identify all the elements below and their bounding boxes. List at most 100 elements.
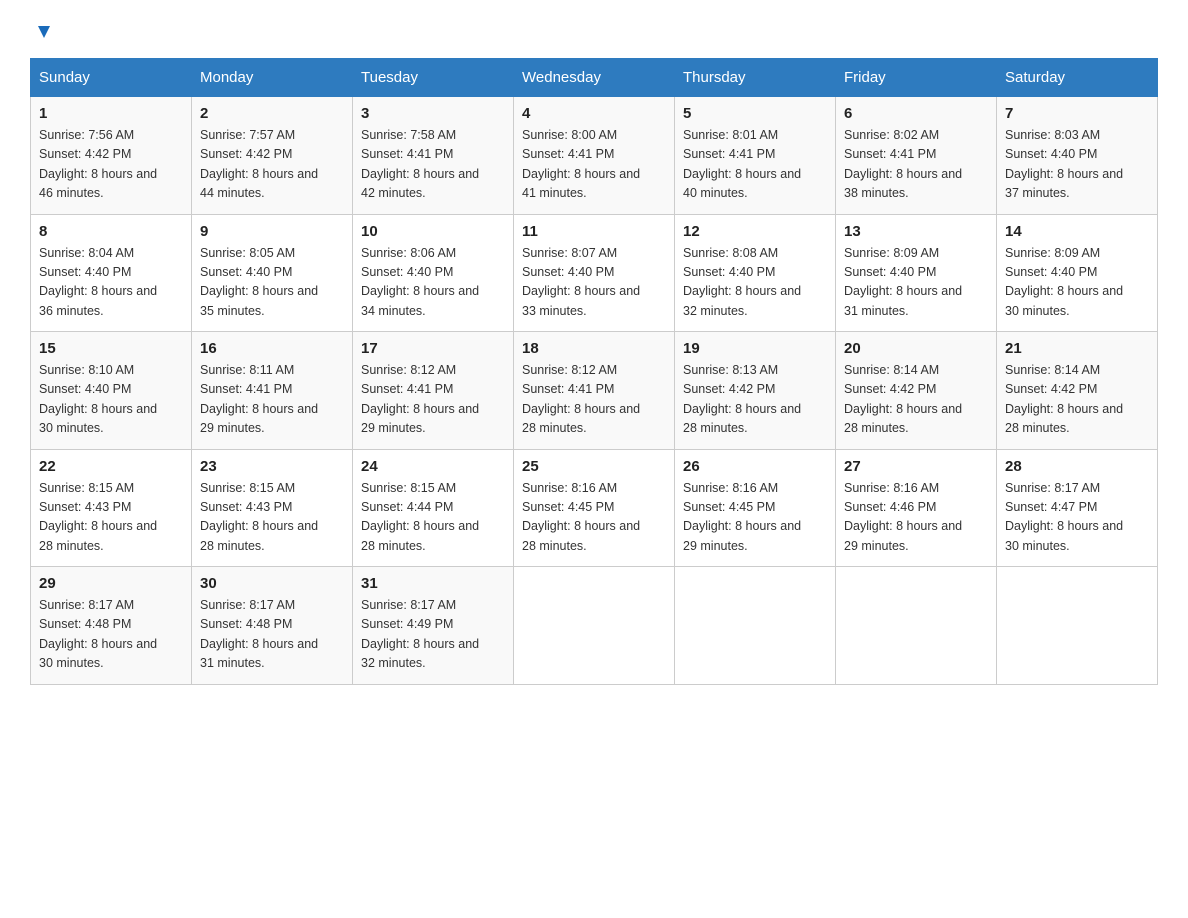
day-number: 19 [683, 340, 827, 357]
calendar-cell: 6 Sunrise: 8:02 AMSunset: 4:41 PMDaylight… [836, 97, 997, 215]
calendar-cell: 1 Sunrise: 7:56 AMSunset: 4:42 PMDaylight… [31, 97, 192, 215]
day-info: Sunrise: 8:02 AMSunset: 4:41 PMDaylight:… [844, 126, 988, 204]
calendar-cell: 14 Sunrise: 8:09 AMSunset: 4:40 PMDayligh… [997, 214, 1158, 332]
day-info: Sunrise: 8:03 AMSunset: 4:40 PMDaylight:… [1005, 126, 1149, 204]
calendar-cell: 24 Sunrise: 8:15 AMSunset: 4:44 PMDayligh… [353, 449, 514, 567]
day-number: 15 [39, 340, 183, 357]
calendar-cell: 16 Sunrise: 8:11 AMSunset: 4:41 PMDayligh… [192, 332, 353, 450]
calendar-cell: 31Sunrise: 8:17 AMSunset: 4:49 PMDayligh… [353, 567, 514, 685]
calendar-cell: 22 Sunrise: 8:15 AMSunset: 4:43 PMDayligh… [31, 449, 192, 567]
calendar-cell: 3 Sunrise: 7:58 AMSunset: 4:41 PMDaylight… [353, 97, 514, 215]
day-info: Sunrise: 8:09 AMSunset: 4:40 PMDaylight:… [844, 244, 988, 322]
calendar-cell: 5 Sunrise: 8:01 AMSunset: 4:41 PMDaylight… [675, 97, 836, 215]
col-wednesday: Wednesday [514, 59, 675, 97]
calendar-week-row: 29 Sunrise: 8:17 AMSunset: 4:48 PMDayligh… [31, 567, 1158, 685]
day-number: 21 [1005, 340, 1149, 357]
calendar-cell: 28 Sunrise: 8:17 AMSunset: 4:47 PMDayligh… [997, 449, 1158, 567]
day-info: Sunrise: 8:15 AMSunset: 4:43 PMDaylight:… [200, 479, 344, 557]
day-info: Sunrise: 8:10 AMSunset: 4:40 PMDaylight:… [39, 361, 183, 439]
calendar-cell [836, 567, 997, 685]
day-info: Sunrise: 8:14 AMSunset: 4:42 PMDaylight:… [844, 361, 988, 439]
col-thursday: Thursday [675, 59, 836, 97]
day-info: Sunrise: 7:57 AMSunset: 4:42 PMDaylight:… [200, 126, 344, 204]
day-info: Sunrise: 8:17 AMSunset: 4:49 PMDaylight:… [361, 596, 505, 674]
day-info: Sunrise: 8:15 AMSunset: 4:44 PMDaylight:… [361, 479, 505, 557]
calendar-cell: 7 Sunrise: 8:03 AMSunset: 4:40 PMDaylight… [997, 97, 1158, 215]
day-number: 4 [522, 105, 666, 122]
day-info: Sunrise: 8:04 AMSunset: 4:40 PMDaylight:… [39, 244, 183, 322]
day-number: 16 [200, 340, 344, 357]
day-number: 9 [200, 223, 344, 240]
day-number: 8 [39, 223, 183, 240]
calendar-cell: 9 Sunrise: 8:05 AMSunset: 4:40 PMDaylight… [192, 214, 353, 332]
calendar-cell [514, 567, 675, 685]
calendar-cell: 13Sunrise: 8:09 AMSunset: 4:40 PMDayligh… [836, 214, 997, 332]
day-number: 11 [522, 223, 666, 240]
day-number: 14 [1005, 223, 1149, 240]
day-info: Sunrise: 8:12 AMSunset: 4:41 PMDaylight:… [522, 361, 666, 439]
day-info: Sunrise: 8:01 AMSunset: 4:41 PMDaylight:… [683, 126, 827, 204]
day-number: 1 [39, 105, 183, 122]
logo-triangle-icon [32, 22, 54, 44]
day-info: Sunrise: 8:17 AMSunset: 4:48 PMDaylight:… [39, 596, 183, 674]
day-info: Sunrise: 8:16 AMSunset: 4:45 PMDaylight:… [683, 479, 827, 557]
calendar-cell: 2 Sunrise: 7:57 AMSunset: 4:42 PMDaylight… [192, 97, 353, 215]
day-info: Sunrise: 8:15 AMSunset: 4:43 PMDaylight:… [39, 479, 183, 557]
day-number: 28 [1005, 458, 1149, 475]
day-info: Sunrise: 8:16 AMSunset: 4:45 PMDaylight:… [522, 479, 666, 557]
calendar-table: Sunday Monday Tuesday Wednesday Thursday… [30, 58, 1158, 685]
day-number: 29 [39, 575, 183, 592]
day-number: 2 [200, 105, 344, 122]
day-info: Sunrise: 7:58 AMSunset: 4:41 PMDaylight:… [361, 126, 505, 204]
day-info: Sunrise: 8:12 AMSunset: 4:41 PMDaylight:… [361, 361, 505, 439]
day-info: Sunrise: 8:08 AMSunset: 4:40 PMDaylight:… [683, 244, 827, 322]
day-number: 25 [522, 458, 666, 475]
day-info: Sunrise: 8:09 AMSunset: 4:40 PMDaylight:… [1005, 244, 1149, 322]
day-info: Sunrise: 8:06 AMSunset: 4:40 PMDaylight:… [361, 244, 505, 322]
col-sunday: Sunday [31, 59, 192, 97]
day-number: 18 [522, 340, 666, 357]
day-info: Sunrise: 8:16 AMSunset: 4:46 PMDaylight:… [844, 479, 988, 557]
day-info: Sunrise: 8:05 AMSunset: 4:40 PMDaylight:… [200, 244, 344, 322]
day-number: 3 [361, 105, 505, 122]
calendar-cell: 18 Sunrise: 8:12 AMSunset: 4:41 PMDayligh… [514, 332, 675, 450]
day-number: 22 [39, 458, 183, 475]
page-header [30, 20, 1158, 38]
col-monday: Monday [192, 59, 353, 97]
calendar-cell: 8 Sunrise: 8:04 AMSunset: 4:40 PMDaylight… [31, 214, 192, 332]
day-number: 17 [361, 340, 505, 357]
col-tuesday: Tuesday [353, 59, 514, 97]
day-info: Sunrise: 8:17 AMSunset: 4:47 PMDaylight:… [1005, 479, 1149, 557]
calendar-cell: 17 Sunrise: 8:12 AMSunset: 4:41 PMDayligh… [353, 332, 514, 450]
day-info: Sunrise: 8:13 AMSunset: 4:42 PMDaylight:… [683, 361, 827, 439]
calendar-cell: 15 Sunrise: 8:10 AMSunset: 4:40 PMDayligh… [31, 332, 192, 450]
day-info: Sunrise: 7:56 AMSunset: 4:42 PMDaylight:… [39, 126, 183, 204]
day-number: 30 [200, 575, 344, 592]
calendar-week-row: 1 Sunrise: 7:56 AMSunset: 4:42 PMDaylight… [31, 97, 1158, 215]
day-info: Sunrise: 8:00 AMSunset: 4:41 PMDaylight:… [522, 126, 666, 204]
calendar-cell: 10Sunrise: 8:06 AMSunset: 4:40 PMDayligh… [353, 214, 514, 332]
day-number: 23 [200, 458, 344, 475]
day-number: 6 [844, 105, 988, 122]
calendar-cell: 4 Sunrise: 8:00 AMSunset: 4:41 PMDaylight… [514, 97, 675, 215]
calendar-cell: 19 Sunrise: 8:13 AMSunset: 4:42 PMDayligh… [675, 332, 836, 450]
calendar-cell: 25 Sunrise: 8:16 AMSunset: 4:45 PMDayligh… [514, 449, 675, 567]
day-number: 20 [844, 340, 988, 357]
day-info: Sunrise: 8:17 AMSunset: 4:48 PMDaylight:… [200, 596, 344, 674]
day-number: 24 [361, 458, 505, 475]
day-info: Sunrise: 8:11 AMSunset: 4:41 PMDaylight:… [200, 361, 344, 439]
day-number: 27 [844, 458, 988, 475]
calendar-week-row: 8 Sunrise: 8:04 AMSunset: 4:40 PMDaylight… [31, 214, 1158, 332]
calendar-cell: 27 Sunrise: 8:16 AMSunset: 4:46 PMDayligh… [836, 449, 997, 567]
calendar-cell: 26Sunrise: 8:16 AMSunset: 4:45 PMDayligh… [675, 449, 836, 567]
day-number: 7 [1005, 105, 1149, 122]
calendar-cell: 12Sunrise: 8:08 AMSunset: 4:40 PMDayligh… [675, 214, 836, 332]
calendar-header-row: Sunday Monday Tuesday Wednesday Thursday… [31, 59, 1158, 97]
day-number: 5 [683, 105, 827, 122]
calendar-cell [997, 567, 1158, 685]
calendar-cell: 21Sunrise: 8:14 AMSunset: 4:42 PMDayligh… [997, 332, 1158, 450]
calendar-week-row: 22 Sunrise: 8:15 AMSunset: 4:43 PMDayligh… [31, 449, 1158, 567]
calendar-cell [675, 567, 836, 685]
calendar-cell: 23 Sunrise: 8:15 AMSunset: 4:43 PMDayligh… [192, 449, 353, 567]
calendar-cell: 11Sunrise: 8:07 AMSunset: 4:40 PMDayligh… [514, 214, 675, 332]
